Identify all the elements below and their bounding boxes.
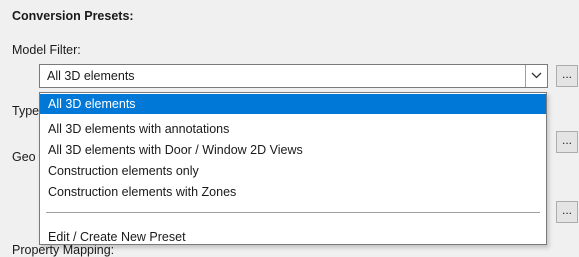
dropdown-option[interactable]: All 3D elements with Door / Window 2D Vi… xyxy=(40,140,546,160)
dropdown-option[interactable]: Construction elements with Zones xyxy=(40,182,546,202)
geometry-more-button[interactable]: ... xyxy=(556,201,578,223)
type-label: Type xyxy=(12,104,40,118)
model-filter-label: Model Filter: xyxy=(12,43,81,57)
model-filter-combobox[interactable]: All 3D elements xyxy=(39,64,548,88)
model-filter-more-button[interactable]: ... xyxy=(556,65,578,87)
dropdown-arrow-button[interactable] xyxy=(525,65,547,87)
dropdown-option[interactable]: All 3D elements xyxy=(40,94,546,114)
model-filter-dropdown-list[interactable]: All 3D elements All 3D elements with ann… xyxy=(39,92,547,245)
dropdown-option[interactable]: All 3D elements with annotations xyxy=(40,119,546,139)
geometry-label: Geo xyxy=(12,150,36,164)
dropdown-separator xyxy=(46,212,540,213)
edit-create-preset-option[interactable]: Edit / Create New Preset xyxy=(40,227,546,247)
section-title: Conversion Presets: xyxy=(12,9,134,23)
dropdown-option[interactable]: Construction elements only xyxy=(40,161,546,181)
type-more-button[interactable]: ... xyxy=(556,131,578,153)
chevron-down-icon xyxy=(531,72,542,79)
model-filter-value: All 3D elements xyxy=(47,69,135,83)
